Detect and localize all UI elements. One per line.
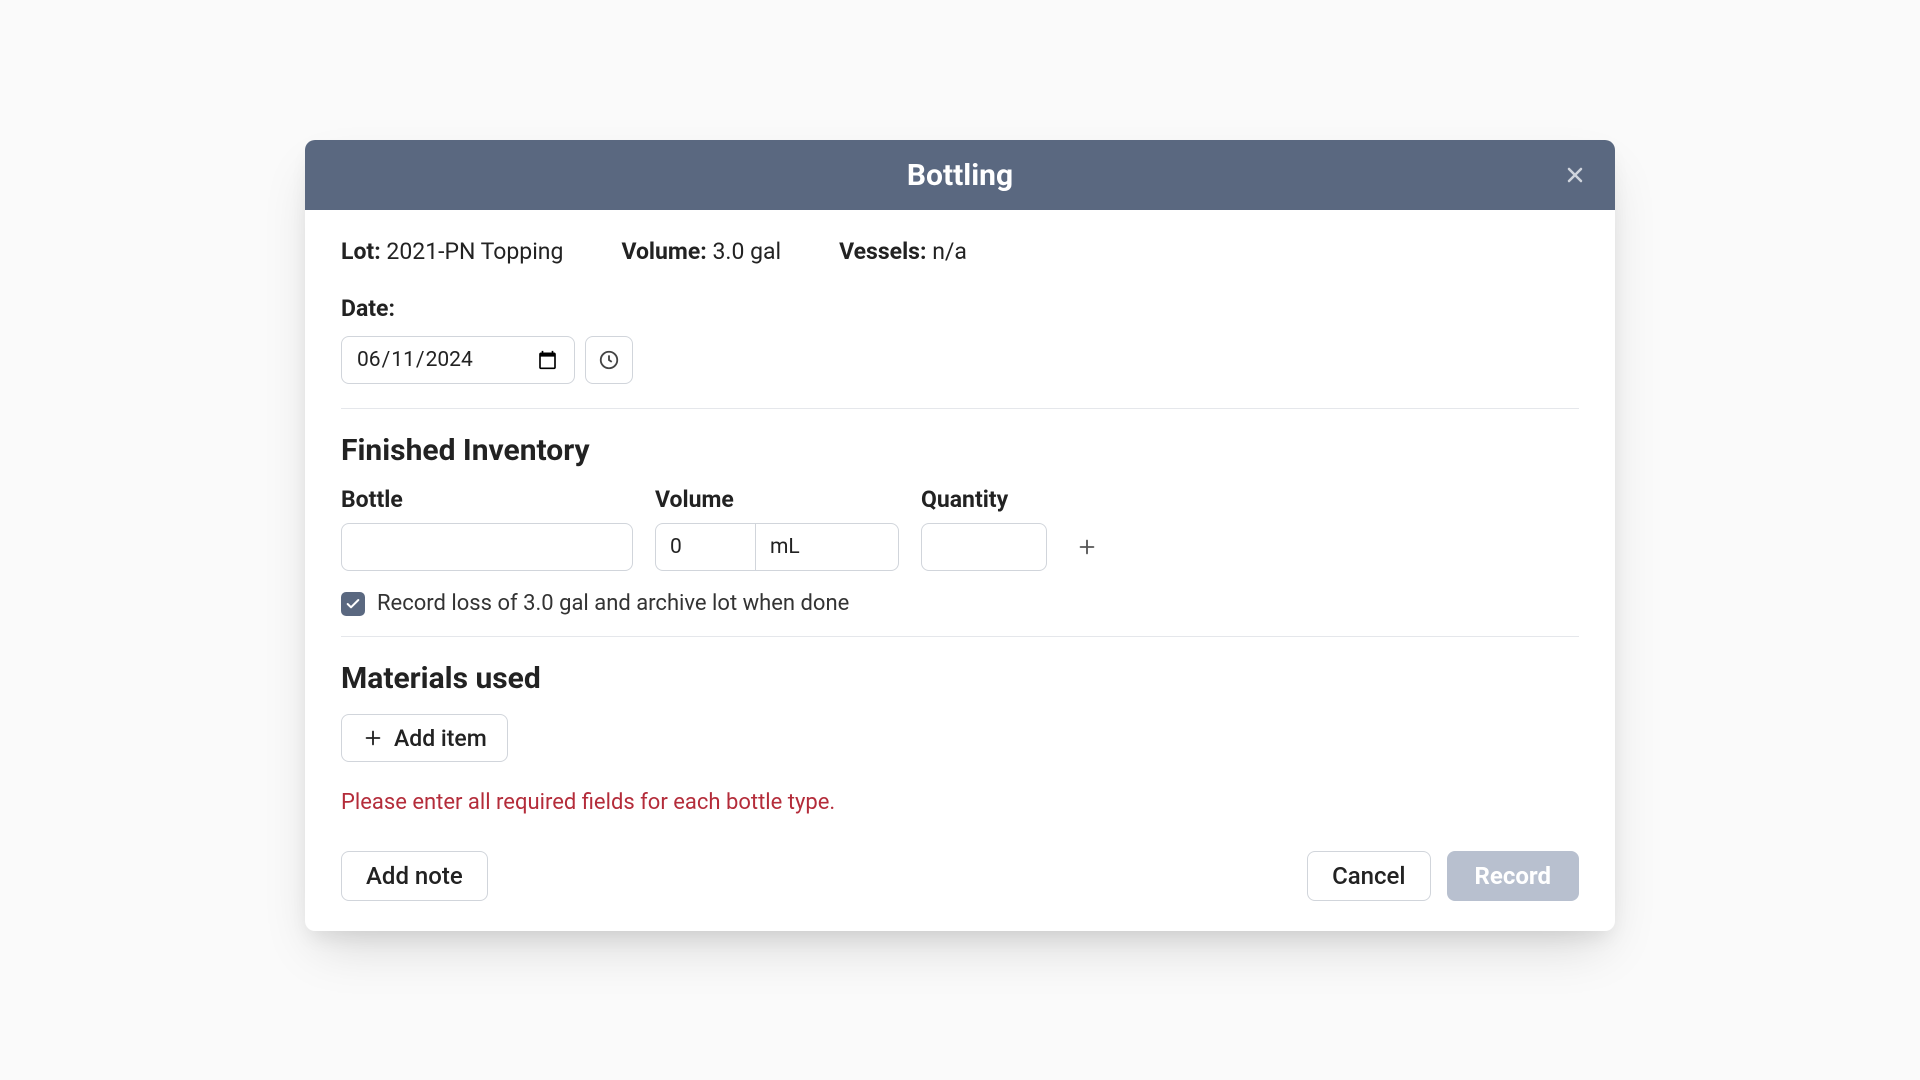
bottle-column: Bottle [341,486,633,571]
vessels-value: n/a [932,238,967,265]
volume-info-value: 3.0 gal [712,238,781,265]
plus-icon [1076,536,1098,558]
volume-input[interactable] [655,523,755,571]
volume-column: Volume mL [655,486,899,571]
cancel-label: Cancel [1332,862,1405,890]
modal-header: Bottling [305,140,1615,210]
add-inventory-row-button[interactable] [1063,523,1111,571]
volume-group: mL [655,523,899,571]
bottle-label: Bottle [341,486,633,513]
date-label: Date: [341,295,1579,322]
divider [341,408,1579,409]
lot-value: 2021-PN Topping [386,238,563,265]
vessels-label: Vessels: [839,238,926,265]
footer-right: Cancel Record [1307,851,1579,901]
plus-icon [362,727,384,749]
volume-info: Volume: 3.0 gal [621,238,781,265]
record-loss-checkbox[interactable] [341,592,365,616]
finished-inventory-title: Finished Inventory [341,433,1579,468]
bottling-modal: Bottling Lot: 2021-PN Topping Volume: 3.… [305,140,1615,931]
volume-label: Volume [655,486,899,513]
volume-unit-select[interactable]: mL [755,523,899,571]
add-item-button[interactable]: Add item [341,714,508,762]
clock-icon [598,349,620,371]
modal-body: Lot: 2021-PN Topping Volume: 3.0 gal Ves… [305,210,1615,931]
footer-row: Add note Cancel Record [341,851,1579,901]
quantity-label: Quantity [921,486,1047,513]
date-input[interactable] [341,336,575,384]
time-button[interactable] [585,336,633,384]
check-icon [345,596,361,612]
materials-used-title: Materials used [341,661,1579,696]
date-row [341,336,1579,384]
lot-label: Lot: [341,238,381,265]
cancel-button[interactable]: Cancel [1307,851,1430,901]
record-loss-row: Record loss of 3.0 gal and archive lot w… [341,591,1579,616]
add-item-label: Add item [394,725,487,752]
quantity-column: Quantity [921,486,1047,571]
record-loss-label: Record loss of 3.0 gal and archive lot w… [377,591,849,616]
inventory-row: Bottle Volume mL Quantity [341,486,1579,571]
modal-title: Bottling [907,158,1013,193]
lot-info: Lot: 2021-PN Topping [341,238,563,265]
record-button[interactable]: Record [1447,851,1579,901]
validation-message: Please enter all required fields for eac… [341,790,1579,815]
volume-info-label: Volume: [621,238,706,265]
info-row: Lot: 2021-PN Topping Volume: 3.0 gal Ves… [341,238,1579,265]
add-note-button[interactable]: Add note [341,851,488,901]
record-label: Record [1475,862,1551,890]
add-note-label: Add note [366,862,463,890]
quantity-input[interactable] [921,523,1047,571]
bottle-select[interactable] [341,523,633,571]
date-section: Date: [341,295,1579,384]
divider-2 [341,636,1579,637]
close-icon [1563,163,1587,187]
close-button[interactable] [1563,163,1587,187]
vessels-info: Vessels: n/a [839,238,967,265]
